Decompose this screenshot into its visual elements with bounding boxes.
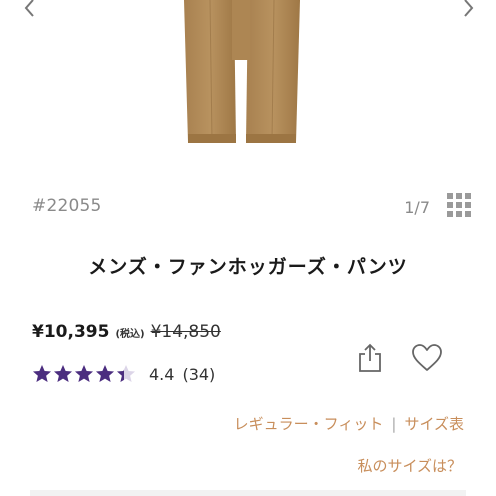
product-sku: #22055 (32, 196, 102, 216)
product-image (184, 0, 300, 143)
star-rating (32, 364, 137, 384)
image-counter: 1/7 (404, 198, 430, 217)
fit-link[interactable]: レギュラー・フィット (234, 413, 384, 434)
star-icon (54, 365, 72, 382)
star-icon (96, 365, 114, 382)
star-icon (117, 365, 135, 382)
grid-icon[interactable] (447, 193, 471, 217)
rating-row[interactable]: 4.4 (34) (32, 364, 215, 384)
review-count[interactable]: (34) (182, 365, 215, 384)
product-title: メンズ・ファンホッガーズ・パンツ (88, 256, 408, 278)
my-size-link[interactable]: 私のサイズは？ (357, 455, 462, 476)
original-price: ¥14,850 (150, 322, 221, 342)
chevron-left-icon[interactable] (16, 0, 44, 22)
heart-icon[interactable] (410, 343, 444, 373)
chevron-right-icon[interactable] (454, 0, 482, 22)
bottom-bar (30, 490, 466, 496)
star-icon (33, 365, 51, 382)
fit-row: レギュラー・フィット | サイズ表 (234, 413, 464, 434)
price-row: ¥10,395 (税込) ¥14,850 (32, 322, 221, 342)
sale-price: ¥10,395 (32, 322, 110, 342)
product-image-carousel[interactable] (0, 0, 496, 165)
share-icon[interactable] (356, 342, 384, 374)
star-icon (75, 365, 93, 382)
separator: | (391, 414, 397, 433)
size-chart-link[interactable]: サイズ表 (404, 413, 464, 434)
rating-value: 4.4 (149, 364, 175, 384)
tax-label: (税込) (115, 329, 145, 340)
